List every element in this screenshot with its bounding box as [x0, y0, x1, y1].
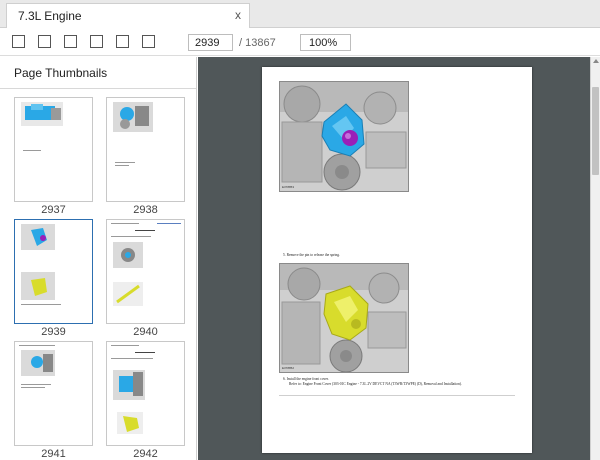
- figure-id: E378852: [282, 366, 295, 370]
- document-viewer[interactable]: E378853 5. Remove the pin to release the…: [198, 57, 590, 460]
- thumb-text-line: [157, 223, 181, 224]
- engine-diagram-thumbnail: [21, 224, 55, 250]
- thumbnail-label: 2939: [41, 326, 66, 338]
- thumbnail-page-2942[interactable]: [106, 341, 185, 446]
- thumbnail-sidebar: Page Thumbnails 2937 2938 2939 2940 2941…: [0, 57, 197, 460]
- next-page-button[interactable]: [64, 35, 77, 48]
- thumb-text-line: [23, 150, 41, 151]
- engine-figure-2: E378852: [279, 263, 409, 373]
- thumb-text-line: [21, 387, 45, 388]
- thumb-text-line: [111, 358, 153, 359]
- thumb-text-line: [21, 304, 61, 305]
- thumb-text-line: [135, 352, 155, 353]
- fit-page-button[interactable]: [142, 35, 155, 48]
- scroll-up-icon[interactable]: [593, 59, 599, 63]
- page-total: / 13867: [239, 37, 276, 49]
- engine-diagram-thumbnail: [21, 350, 55, 376]
- thumbnail-label: 2942: [133, 448, 158, 460]
- part-diagram-thumbnail: [117, 412, 143, 434]
- engine-illustration-blue: [280, 82, 408, 191]
- thumb-text-line: [115, 165, 129, 166]
- zoom-out-button[interactable]: [90, 35, 103, 48]
- toolbar: / 13867: [0, 28, 600, 56]
- thumb-text-line: [115, 162, 135, 163]
- tool-diagram-thumbnail: [113, 282, 143, 306]
- figure-id: E378853: [282, 185, 295, 189]
- thumbnail-page-2938[interactable]: [106, 97, 185, 202]
- thumb-text-line: [111, 345, 139, 346]
- thumbnail-page-2941[interactable]: [14, 341, 93, 446]
- sidebar-title: Page Thumbnails: [14, 66, 108, 80]
- document-tab[interactable]: 7.3L Engine x: [6, 3, 250, 29]
- thumbnail-label: 2941: [41, 448, 66, 460]
- tab-bar: 7.3L Engine x: [0, 0, 600, 29]
- tab-title: 7.3L Engine: [18, 9, 82, 23]
- divider: [0, 88, 196, 89]
- close-icon[interactable]: x: [235, 8, 241, 22]
- step-6-title: 6. Install the engine front cover.: [283, 377, 329, 381]
- sidebar-toggle-button[interactable]: [12, 35, 25, 48]
- step-5-text: 5. Remove the pin to release the spring.: [283, 253, 340, 257]
- thumb-text-line: [111, 236, 151, 237]
- thumb-text-line: [19, 345, 55, 346]
- engine-diagram-thumbnail: [113, 102, 153, 132]
- thumbnail-label: 2937: [41, 204, 66, 216]
- thumbnail-page-2937[interactable]: [14, 97, 93, 202]
- engine-illustration-yellow: [280, 264, 408, 372]
- document-page: E378853 5. Remove the pin to release the…: [262, 67, 532, 453]
- step-6-reference: Refer to: Engine Front Cover (303-01C En…: [289, 382, 462, 386]
- engine-diagram-thumbnail: [21, 102, 63, 126]
- previous-page-button[interactable]: [38, 35, 51, 48]
- zoom-in-button[interactable]: [116, 35, 129, 48]
- engine-diagram-thumbnail: [113, 242, 143, 268]
- thumb-text-line: [135, 230, 155, 231]
- thumb-text-line: [21, 384, 51, 385]
- engine-diagram-thumbnail: [21, 272, 55, 300]
- zoom-input[interactable]: [300, 34, 351, 51]
- thumbnail-page-2939[interactable]: [14, 219, 93, 324]
- thumbnail-label: 2940: [133, 326, 158, 338]
- thumb-text-line: [111, 223, 139, 224]
- engine-diagram-thumbnail: [113, 370, 145, 400]
- thumbnail-label: 2938: [133, 204, 158, 216]
- vertical-scrollbar[interactable]: [590, 57, 600, 460]
- divider: [279, 395, 515, 396]
- thumbnail-page-2940[interactable]: [106, 219, 185, 324]
- engine-figure-1: E378853: [279, 81, 409, 192]
- scroll-thumb[interactable]: [592, 87, 599, 175]
- page-number-input[interactable]: [188, 34, 233, 51]
